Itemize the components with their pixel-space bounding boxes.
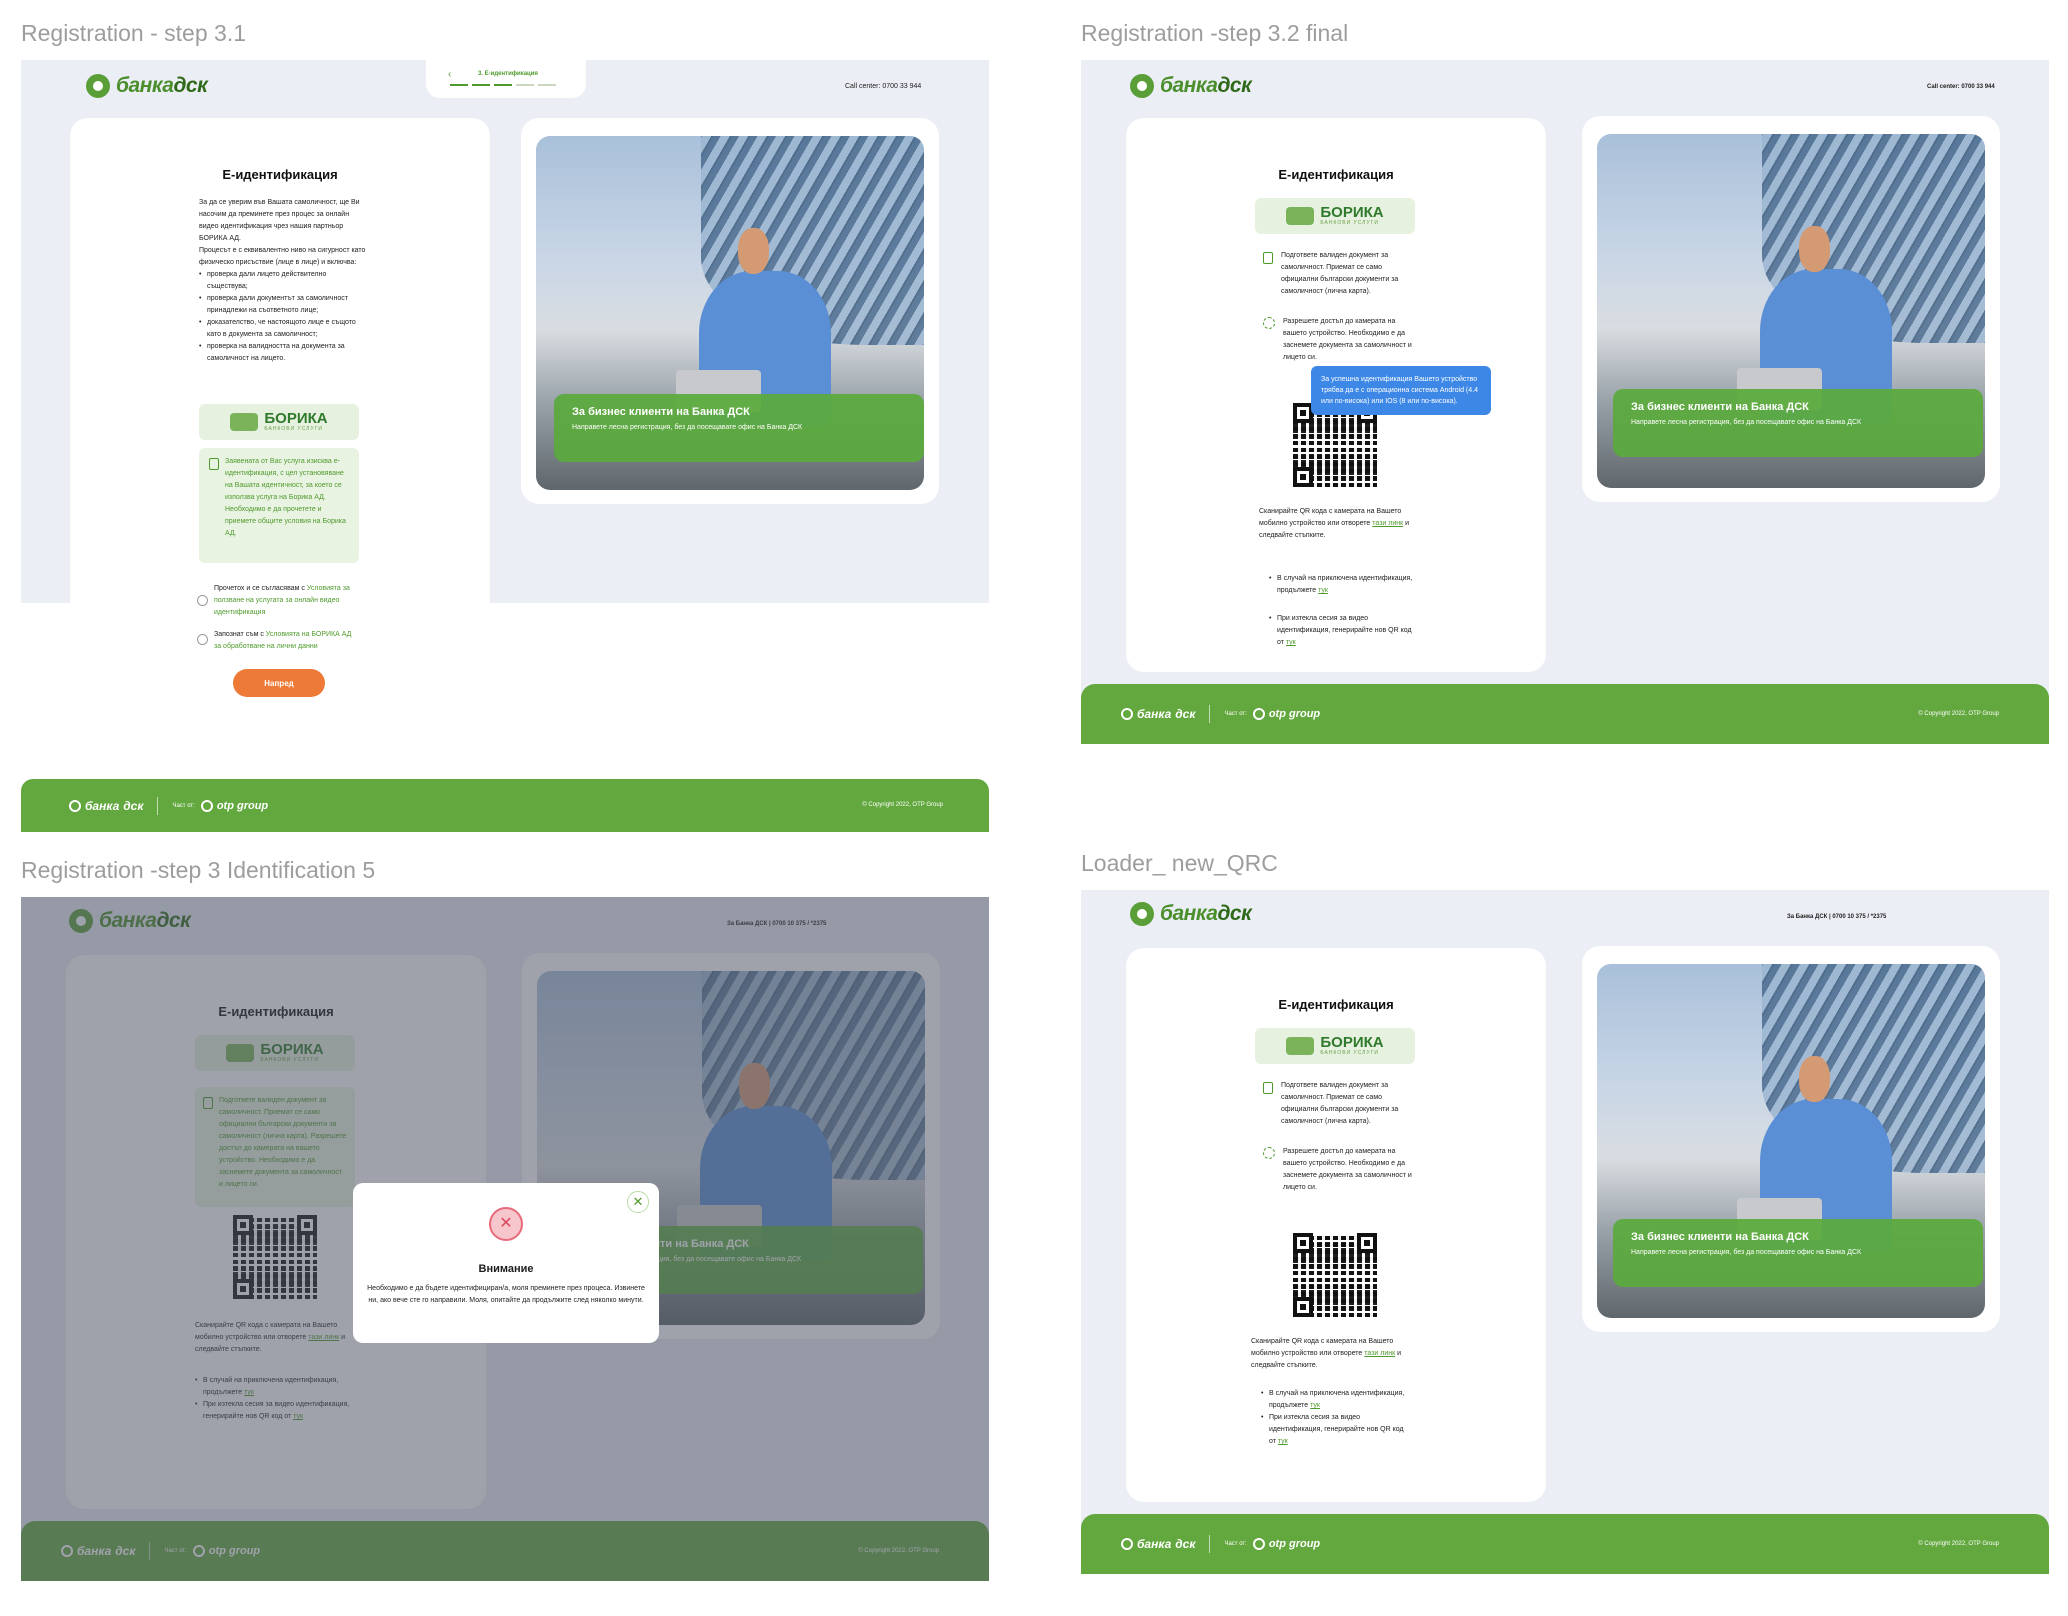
footer: банкадск Част от: otp group © Copyright … — [1081, 1514, 2049, 1574]
error-x-icon: ✕ — [489, 1207, 523, 1241]
check-item: проверка дали лицето действително същест… — [199, 269, 369, 293]
qr-card: Е-идентификация БОРИКАБАНКОВИ УСЛУГИ Под… — [1126, 948, 1546, 1502]
warning-modal: ✕ ✕ Внимание Необходимо е да бъдете иден… — [353, 1183, 659, 1343]
dsk-logo[interactable]: банкадск — [1130, 902, 1252, 926]
camera-tip: Разрешете достъп до камерата на вашето у… — [1263, 1146, 1413, 1194]
modal-text: Необходимо е да бъдете идентифициран/а, … — [367, 1285, 645, 1304]
hero-banner: За бизнес клиенти на Банка ДСК Направете … — [1613, 389, 1983, 457]
call-center: Call center: 0700 33 944 — [845, 83, 922, 90]
frame-title-step-3-2: Registration -step 3.2 final — [1081, 20, 1349, 46]
dsk-logo[interactable]: банкадск — [1130, 74, 1252, 98]
hero-image: За бизнес клиенти на Банка ДСКНаправете … — [1597, 134, 1985, 488]
close-icon[interactable]: ✕ — [627, 1191, 649, 1213]
identification-card: Е-идентификация За да се уверим във Ваша… — [70, 118, 490, 603]
stepper-label: 3. Е-идентификация — [478, 71, 538, 77]
hero-banner: За бизнес клиенти на Банка ДСК Направете… — [554, 394, 924, 462]
footer: банкадск Част от: otp group © Copyright … — [1081, 684, 2049, 744]
dsk-logo[interactable]: банкадск — [86, 74, 208, 98]
hero-card: За бизнес клиенти на Банка ДСКНаправете … — [1582, 946, 2000, 1332]
next-button[interactable]: Напред — [233, 669, 325, 697]
help-list: В случай на приключена идентификация, пр… — [1269, 573, 1419, 649]
back-chevron-icon[interactable]: ‹ — [448, 69, 451, 80]
consent-privacy-checkbox[interactable] — [197, 634, 208, 645]
borica-icon — [230, 413, 259, 431]
stepper-progress — [450, 84, 556, 86]
scan-instructions: Сканирайте QR кода с камерата на Вашето … — [1259, 508, 1410, 539]
check-item: доказателство, че настоящото лице е също… — [199, 317, 369, 341]
frame-title-loader-qrc: Loader_ new_QRC — [1081, 850, 1278, 876]
consent-terms-checkbox[interactable] — [197, 595, 208, 606]
scan-instructions: Сканирайте QR кода с камерата на Вашето … — [1251, 1338, 1402, 1369]
qr-code — [1293, 1233, 1377, 1317]
frame-title-step-3-1: Registration - step 3.1 — [21, 20, 247, 46]
borica-logo: БОРИКАБАНКОВИ УСЛУГИ — [1255, 1028, 1415, 1064]
hero-image: За бизнес клиенти на Банка ДСК Направете… — [536, 136, 924, 490]
frame-identification-5: банкадск За Банка ДСК | 0700 10 375 / *2… — [21, 897, 989, 1581]
hero-image: За бизнес клиенти на Банка ДСКНаправете … — [1597, 964, 1985, 1318]
page-title: Е-идентификация — [1278, 167, 1394, 182]
new-qr-link[interactable]: тук — [1286, 639, 1296, 646]
document-tip: Подгответе валиден документ за самолично… — [1263, 1080, 1413, 1128]
continue-link[interactable]: тук — [1318, 587, 1328, 594]
call-center: Call center: 0700 33 944 — [1927, 84, 1995, 90]
scan-link[interactable]: тази линк — [1372, 520, 1403, 527]
checks-list: проверка дали лицето действително същест… — [199, 269, 369, 365]
frame-step-3-2: банкадск Call center: 0700 33 944 Е-иден… — [1081, 60, 2049, 744]
borica-notice: Заявената от Вас услуга изисква е-иденти… — [199, 448, 359, 563]
footer-logo[interactable]: банка дск — [69, 799, 143, 813]
phone-icon — [1263, 252, 1273, 264]
hero-card: За бизнес клиенти на Банка ДСКНаправете … — [1582, 116, 2000, 502]
qr-code — [1293, 403, 1377, 487]
contacts: За Банка ДСК | 0700 10 375 / *2375 — [1787, 914, 1887, 920]
camera-tip: Разрешете достъп до камерата на вашето у… — [1263, 316, 1413, 364]
hero-card: За бизнес клиенти на Банка ДСК Направете… — [521, 118, 939, 504]
frame-loader-qrc: банкадск За Банка ДСК | 0700 10 375 / *2… — [1081, 890, 2049, 1574]
copyright: © Copyright 2022, OTP Group — [862, 802, 943, 808]
camera-light-icon — [1263, 317, 1275, 329]
borica-logo: БОРИКАБАНКОВИ УСЛУГИ — [199, 404, 359, 440]
consent-privacy: Запознат съм с Условията на БОРИКА АД за… — [197, 629, 357, 653]
dsk-logo-icon — [86, 74, 110, 98]
help-list: В случай на приключена идентификация, пр… — [1261, 1388, 1411, 1448]
document-tip: Подгответе валиден документ за самолично… — [1263, 250, 1413, 298]
consent-terms: Прочетох и се съгласявам с Условията за … — [197, 583, 357, 619]
stepper: ‹ 3. Е-идентификация — [426, 60, 586, 98]
frame-title-identification-5: Registration -step 3 Identification 5 — [21, 857, 376, 883]
phone-icon — [209, 458, 219, 470]
check-item: проверка дали документът за самоличност … — [199, 293, 369, 317]
os-tooltip: За успешна идентификация Вашето устройст… — [1311, 366, 1491, 415]
intro-text: За да се уверим във Вашата самоличност, … — [199, 197, 369, 365]
otp-logo: otp group — [200, 799, 268, 812]
modal-title: Внимание — [478, 1263, 534, 1275]
check-item: проверка на валидността на документа за … — [199, 341, 369, 365]
footer: банкадск Част от: otp group © Copyright … — [21, 779, 989, 832]
borica-logo: БОРИКАБАНКОВИ УСЛУГИ — [1255, 198, 1415, 234]
page-title: Е-идентификация — [222, 167, 338, 182]
